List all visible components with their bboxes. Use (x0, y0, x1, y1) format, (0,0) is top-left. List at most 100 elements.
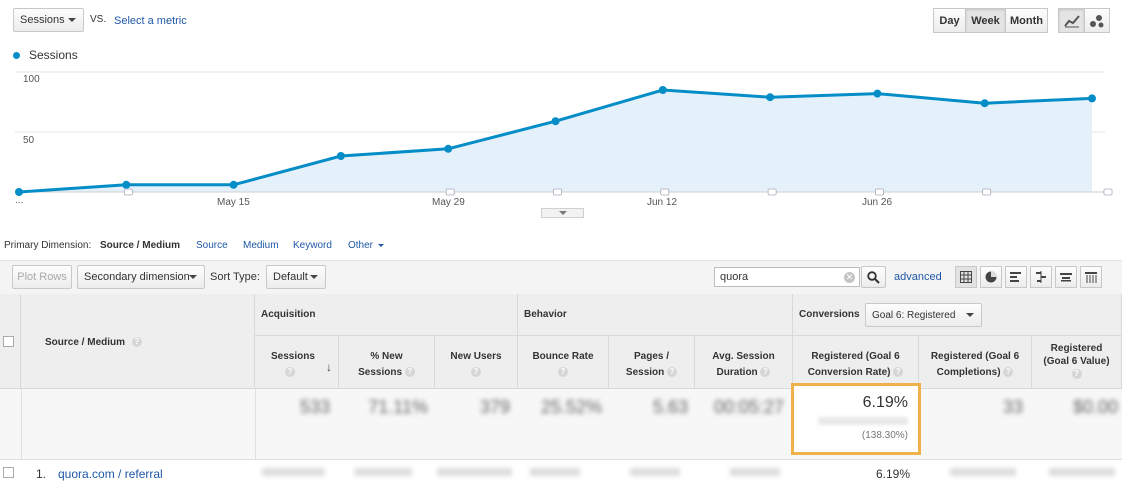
tab-week[interactable]: Week (965, 8, 1006, 33)
annotation-marker-5 (553, 188, 562, 196)
total-pages: 5.63 (652, 397, 688, 417)
select-metric-link[interactable]: Select a metric (114, 15, 187, 27)
total-sessions: 533 (299, 397, 330, 417)
motion-chart-toggle[interactable] (1084, 8, 1110, 33)
col-registered-completions[interactable]: Registered (Goal 6 Completions) ? (919, 336, 1032, 389)
y-tick-100: 100 (23, 74, 40, 85)
clear-search-icon[interactable]: ✕ (844, 272, 855, 283)
sort-type-select[interactable]: Default (266, 265, 326, 289)
col-sessions[interactable]: Sessions ? ↓ (255, 336, 339, 389)
row-blurred-values-conv (950, 468, 1115, 476)
goal-select[interactable]: Goal 6: Registered (865, 303, 982, 327)
total-conversion-rate: 6.19% (862, 394, 908, 411)
annotation-marker-8 (875, 188, 884, 196)
help-icon[interactable]: ? (760, 367, 771, 378)
behavior-group: Behavior (518, 294, 793, 336)
comparison-icon (1036, 271, 1046, 283)
annotation-marker-4 (445, 188, 455, 196)
col-registered-value[interactable]: Registered (Goal 6 Value) ? (1032, 336, 1122, 389)
help-icon[interactable]: ? (558, 367, 568, 378)
annotation-marker-1 (123, 188, 133, 196)
tab-month[interactable]: Month (1005, 8, 1048, 33)
help-icon[interactable]: ? (131, 337, 142, 348)
sessions-area (19, 90, 1092, 192)
row-checkbox[interactable] (3, 467, 14, 478)
search-input[interactable]: quora ✕ (714, 267, 860, 287)
col-bounce-rate[interactable]: Bounce Rate ? (518, 336, 609, 389)
help-icon[interactable]: ? (471, 367, 481, 378)
chart-collapse-handle[interactable] (541, 208, 584, 218)
secondary-dimension-select[interactable]: Secondary dimension (77, 265, 205, 289)
total-avg-duration: 00:05:27 (713, 397, 784, 417)
select-all-checkbox[interactable] (3, 336, 14, 347)
search-icon (867, 270, 880, 284)
help-icon[interactable]: ? (893, 367, 904, 378)
dimension-source-medium: Source / Medium (100, 240, 181, 251)
data-point-7 (766, 93, 775, 102)
row-source-link[interactable]: quora.com / referral (58, 467, 163, 481)
primary-dimension-label: Primary Dimension: (4, 240, 92, 251)
col-new-users[interactable]: New Users ? (435, 336, 518, 389)
pie-chart-icon (985, 271, 997, 283)
dimension-keyword[interactable]: Keyword (293, 240, 332, 251)
row-blurred-values-acq (262, 468, 512, 476)
x-tick-may29: May 29 (432, 197, 465, 208)
source-medium-header[interactable]: Source / Medium ? (21, 294, 255, 389)
search-button[interactable] (861, 266, 886, 288)
metric-select[interactable]: Sessions (13, 8, 84, 32)
line-chart-icon (1063, 14, 1080, 27)
help-icon[interactable]: ? (404, 367, 415, 378)
chevron-down-icon (558, 211, 567, 215)
data-point-2 (229, 180, 238, 189)
table-grid-icon (960, 271, 972, 283)
report-table: Source / Medium ? Acquisition Behavior C… (0, 294, 1122, 485)
vs-label: VS. (90, 14, 107, 25)
annotation-marker-9 (982, 188, 992, 196)
col-pages-session[interactable]: Pages / Session ? (609, 336, 695, 389)
total-value: $0.00 (1072, 397, 1118, 417)
total-bounce-rate: 25.52% (540, 397, 602, 417)
view-pie-button[interactable] (980, 266, 1002, 288)
data-point-10 (1088, 94, 1096, 103)
col-registered-conversion-rate[interactable]: Registered (Goal 6 Conversion Rate) ? (793, 336, 919, 389)
line-chart-toggle[interactable] (1058, 8, 1085, 33)
dimension-other[interactable]: Other (348, 240, 384, 251)
data-point-4 (444, 144, 453, 153)
total-completions: 33 (1002, 397, 1023, 417)
tab-day[interactable]: Day (933, 8, 966, 33)
highlighted-conversion-rate: 6.19% (138.30%) (791, 383, 921, 455)
data-point-6 (658, 86, 667, 94)
legend-dot (13, 52, 20, 59)
pivot-icon (1085, 272, 1097, 283)
dimension-medium[interactable]: Medium (243, 240, 279, 251)
bubble-chart-icon (1090, 14, 1104, 27)
row-blurred-values-beh (530, 468, 780, 476)
select-all-cell (0, 294, 21, 389)
view-term-cloud-button[interactable] (1055, 266, 1077, 288)
help-icon[interactable]: ? (1003, 367, 1014, 378)
chevron-down-icon (310, 275, 318, 279)
sort-arrow-down-icon: ↓ (326, 360, 332, 374)
col-avg-session-duration[interactable]: Avg. Session Duration ? (695, 336, 793, 389)
view-table-button[interactable] (955, 266, 977, 288)
y-tick-50: 50 (23, 135, 35, 146)
total-conversion-rate-sub: (138.30%) (861, 430, 908, 441)
data-point-5 (551, 117, 560, 126)
annotation-marker-7 (767, 188, 777, 196)
help-icon[interactable]: ? (1071, 369, 1082, 380)
help-icon[interactable]: ? (285, 367, 295, 378)
view-comparison-button[interactable] (1030, 266, 1052, 288)
help-icon[interactable]: ? (667, 367, 678, 378)
view-performance-button[interactable] (1005, 266, 1027, 288)
chevron-down-icon (377, 243, 384, 247)
plot-rows-button[interactable]: Plot Rows (12, 265, 72, 289)
acquisition-group: Acquisition (255, 294, 518, 336)
term-cloud-icon (1060, 273, 1072, 282)
annotation-marker-10 (1103, 188, 1113, 196)
col-pct-new-sessions[interactable]: % New Sessions ? (339, 336, 435, 389)
data-point-9 (980, 99, 989, 108)
dimension-source[interactable]: Source (196, 240, 228, 251)
view-pivot-button[interactable] (1080, 266, 1102, 288)
advanced-link[interactable]: advanced (894, 271, 942, 283)
metric-select-label: Sessions (20, 14, 65, 26)
